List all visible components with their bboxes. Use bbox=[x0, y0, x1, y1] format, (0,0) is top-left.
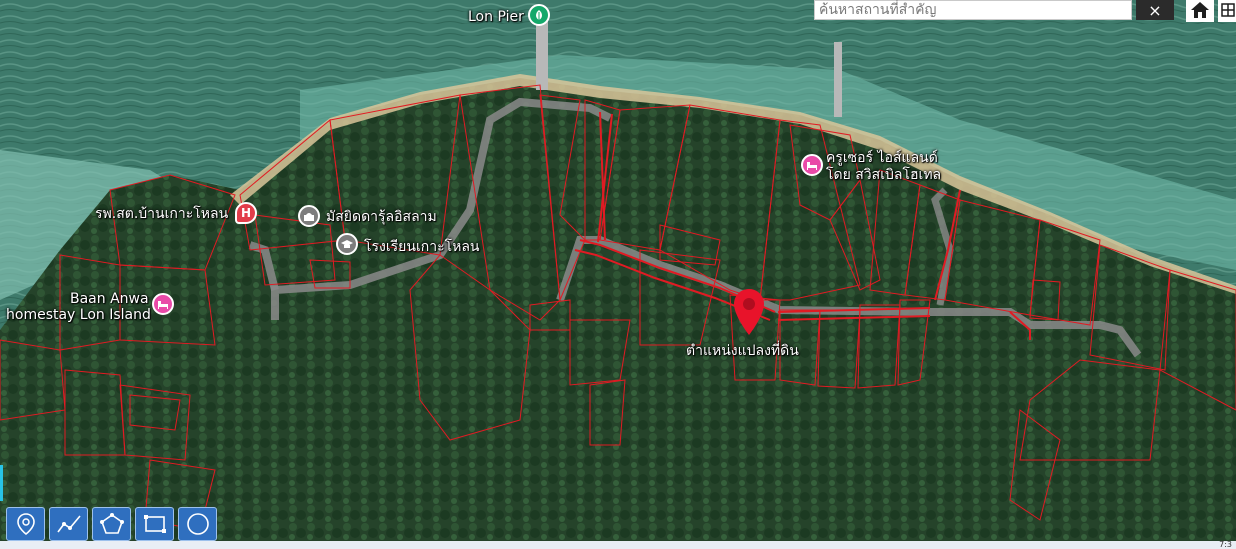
marker-tool-icon[interactable] bbox=[6, 507, 45, 541]
school-label[interactable]: โรงเรียนเกาะโหลน bbox=[364, 239, 480, 255]
graduation-cap-icon[interactable] bbox=[336, 233, 358, 255]
hospital-label[interactable]: รพ.สต.บ้านเกาะโหลน bbox=[95, 206, 228, 222]
close-icon[interactable]: × bbox=[1136, 0, 1174, 20]
mosque-icon[interactable] bbox=[298, 205, 320, 227]
taskbar: 7:3 bbox=[0, 541, 1236, 549]
hotel-icon[interactable] bbox=[152, 293, 174, 315]
leaf-pin-icon[interactable] bbox=[528, 4, 550, 26]
location-pin-icon[interactable] bbox=[732, 288, 766, 340]
hotel-icon[interactable] bbox=[801, 154, 823, 176]
mosque-label[interactable]: มัสยิดดารุ้ลอิสลาม bbox=[326, 209, 437, 225]
hospital-icon[interactable]: H bbox=[235, 202, 257, 224]
east-pier-structure bbox=[834, 42, 842, 117]
resort-label-line2[interactable]: โดย สวิสเบิลโฮเทล bbox=[826, 167, 941, 183]
rectangle-tool-icon[interactable] bbox=[135, 507, 174, 541]
toolbar-toggle-tab[interactable] bbox=[0, 465, 3, 501]
homestay-label-line1[interactable]: Baan Anwa bbox=[70, 291, 149, 307]
satellite-map[interactable] bbox=[0, 0, 1236, 549]
lon-pier-structure bbox=[536, 20, 548, 90]
lon-pier-label[interactable]: Lon Pier bbox=[468, 9, 524, 25]
grid-layers-icon[interactable] bbox=[1218, 0, 1236, 22]
search-input[interactable]: ค้นหาสถานที่สำคัญ bbox=[814, 0, 1132, 20]
polygon-tool-icon[interactable] bbox=[92, 507, 131, 541]
clock: 7:3 bbox=[1219, 540, 1232, 549]
homestay-label-line2[interactable]: homestay Lon Island bbox=[6, 307, 151, 323]
circle-tool-icon[interactable] bbox=[178, 507, 217, 541]
draw-toolbar bbox=[6, 507, 217, 541]
home-icon[interactable] bbox=[1186, 0, 1214, 22]
polyline-tool-icon[interactable] bbox=[49, 507, 88, 541]
parcel-location-label: ตำแหน่งแปลงที่ดิน bbox=[686, 343, 799, 359]
resort-label-line1[interactable]: ครูเซอร์ ไอส์แลนด์ bbox=[826, 150, 938, 166]
